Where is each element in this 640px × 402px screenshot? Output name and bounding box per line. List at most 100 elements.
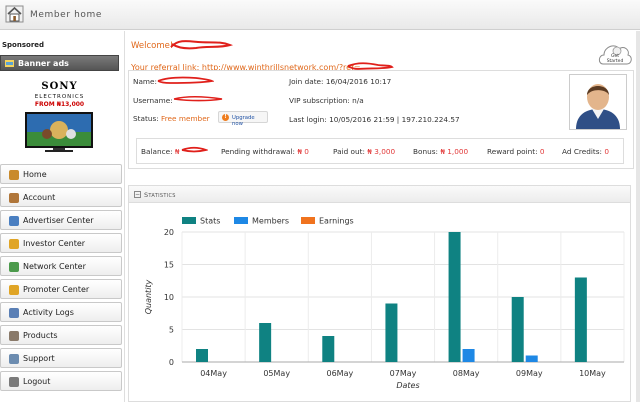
bonus-field: Bonus: ₦ 1,000 bbox=[413, 147, 469, 156]
bar-members-08May bbox=[462, 349, 475, 362]
bar-stats-06May bbox=[322, 336, 335, 362]
get-started-label: Get Started bbox=[606, 54, 624, 64]
x-tick-label: 10May bbox=[579, 369, 606, 378]
wrench-icon bbox=[9, 193, 19, 203]
sidebar-item-label: Logout bbox=[23, 377, 51, 386]
x-tick-label: 06May bbox=[326, 369, 353, 378]
sidebar-item-label: Advertiser Center bbox=[23, 216, 94, 225]
x-tick-label: 04May bbox=[200, 369, 227, 378]
sidebar-item-label: Investor Center bbox=[23, 239, 86, 248]
y-tick-label: 5 bbox=[169, 326, 174, 335]
y-tick-label: 0 bbox=[169, 358, 174, 367]
bar-stats-05May bbox=[259, 323, 272, 362]
banner-ads-header: Banner ads bbox=[0, 55, 119, 71]
tv-image bbox=[25, 112, 93, 152]
statistics-title: Statistics bbox=[144, 191, 176, 199]
ad-subtitle: ELECTRONICS bbox=[34, 94, 85, 100]
banner-ads-title: Banner ads bbox=[18, 59, 69, 68]
pencil-icon bbox=[9, 308, 19, 318]
user-avatar-icon bbox=[576, 84, 620, 129]
bar-members-09May bbox=[525, 355, 538, 362]
network-icon bbox=[9, 262, 19, 272]
redaction-scribble bbox=[170, 40, 234, 50]
sidebar-item-products[interactable]: Products bbox=[0, 325, 122, 345]
bar-stats-08May bbox=[448, 232, 461, 362]
legend-label-earnings: Earnings bbox=[319, 217, 354, 226]
ad-credits-field: Ad Credits: 0 bbox=[562, 147, 610, 156]
info-icon: ! bbox=[222, 114, 229, 121]
x-tick-label: 08May bbox=[453, 369, 480, 378]
collapse-icon[interactable]: − bbox=[134, 191, 141, 198]
sidebar-item-label: Home bbox=[23, 170, 47, 179]
reward-point-field: Reward point: 0 bbox=[487, 147, 545, 156]
coins-icon bbox=[9, 239, 19, 249]
page-title: Member home bbox=[30, 10, 102, 20]
sidebar-item-logout[interactable]: Logout bbox=[0, 371, 122, 391]
column-divider bbox=[124, 31, 125, 402]
ad-brand: SONY bbox=[41, 81, 78, 92]
sidebar-item-label: Promoter Center bbox=[23, 285, 90, 294]
redaction-scribble bbox=[173, 95, 223, 102]
bar-stats-09May bbox=[511, 297, 524, 362]
bar-stats-10May bbox=[574, 277, 587, 362]
page-scrollbar[interactable] bbox=[636, 31, 640, 402]
balance-field: Balance: ₦ bbox=[141, 147, 180, 156]
sidebar-item-label: Account bbox=[23, 193, 56, 202]
banner-icon bbox=[5, 60, 14, 67]
statistics-header[interactable]: − Statistics bbox=[129, 186, 630, 203]
sony-ad-banner[interactable]: SONY ELECTRONICS FROM ₦13,000 bbox=[0, 72, 119, 162]
legend-label-members: Members bbox=[252, 217, 289, 226]
redaction-scribble bbox=[157, 76, 214, 84]
coins-icon bbox=[9, 285, 19, 295]
box-icon bbox=[9, 331, 19, 341]
sidebar-item-label: Network Center bbox=[23, 262, 86, 271]
vip-subscription: VIP subscription: n/a bbox=[289, 96, 364, 105]
legend-swatch-members bbox=[234, 217, 248, 224]
sidebar-item-activity-logs[interactable]: Activity Logs bbox=[0, 302, 122, 322]
welcome-text: Welcome! bbox=[131, 41, 174, 51]
get-started-button[interactable]: Get Started bbox=[597, 38, 633, 68]
legend-swatch-earnings bbox=[301, 217, 315, 224]
pending-withdrawal-field: Pending withdrawal: ₦ 0 bbox=[221, 147, 309, 156]
sidebar-item-account[interactable]: Account bbox=[0, 187, 122, 207]
y-tick-label: 20 bbox=[164, 228, 174, 237]
sidebar-item-support[interactable]: Support bbox=[0, 348, 122, 368]
y-tick-label: 15 bbox=[164, 261, 174, 270]
last-login: Last login: 10/05/2016 21:59 | 197.210.2… bbox=[289, 115, 460, 124]
y-tick-label: 10 bbox=[164, 293, 174, 302]
redaction-scribble bbox=[181, 146, 208, 153]
x-tick-label: 07May bbox=[390, 369, 417, 378]
sidebar-item-advertiser-center[interactable]: Advertiser Center bbox=[0, 210, 122, 230]
bar-stats-07May bbox=[385, 303, 398, 362]
legend-label-stats: Stats bbox=[200, 217, 220, 226]
status-value: Free member bbox=[161, 114, 210, 123]
legend-swatch-stats bbox=[182, 217, 196, 224]
sidebar-item-promoter-center[interactable]: Promoter Center bbox=[0, 279, 122, 299]
magnifier-icon bbox=[9, 354, 19, 364]
ad-price: FROM ₦13,000 bbox=[34, 101, 85, 108]
status-field: Status: Free member bbox=[133, 114, 210, 123]
home-icon bbox=[9, 170, 19, 180]
sidebar-item-home[interactable]: Home bbox=[0, 164, 122, 184]
y-axis-label: Quantity bbox=[144, 279, 153, 314]
username-field: Username: bbox=[133, 96, 173, 105]
sidebar-item-label: Activity Logs bbox=[23, 308, 74, 317]
upgrade-now-button[interactable]: ! Upgrade now bbox=[218, 111, 268, 127]
sidebar-item-investor-center[interactable]: Investor Center bbox=[0, 233, 122, 253]
upgrade-label: Upgrade now bbox=[232, 115, 255, 127]
x-axis-label: Dates bbox=[396, 381, 419, 390]
bar-stats-04May bbox=[196, 349, 208, 362]
top-bar: Member home bbox=[0, 0, 640, 30]
join-date: Join date: 16/04/2016 10:17 bbox=[289, 77, 392, 86]
statistics-chart: 0 5 10 15 20 04May 05May 06May 07May 08May 09May 10… bbox=[144, 217, 625, 390]
avatar bbox=[569, 74, 627, 130]
name-field: Name: bbox=[133, 77, 157, 86]
sidebar-item-network-center[interactable]: Network Center bbox=[0, 256, 122, 276]
sidebar-item-label: Support bbox=[23, 354, 55, 363]
house-icon[interactable] bbox=[5, 5, 24, 23]
sponsored-label: Sponsored bbox=[2, 41, 45, 49]
logout-icon bbox=[9, 377, 19, 387]
sidebar-item-label: Products bbox=[23, 331, 58, 340]
x-tick-label: 05May bbox=[263, 369, 290, 378]
monitor-icon bbox=[9, 216, 19, 226]
